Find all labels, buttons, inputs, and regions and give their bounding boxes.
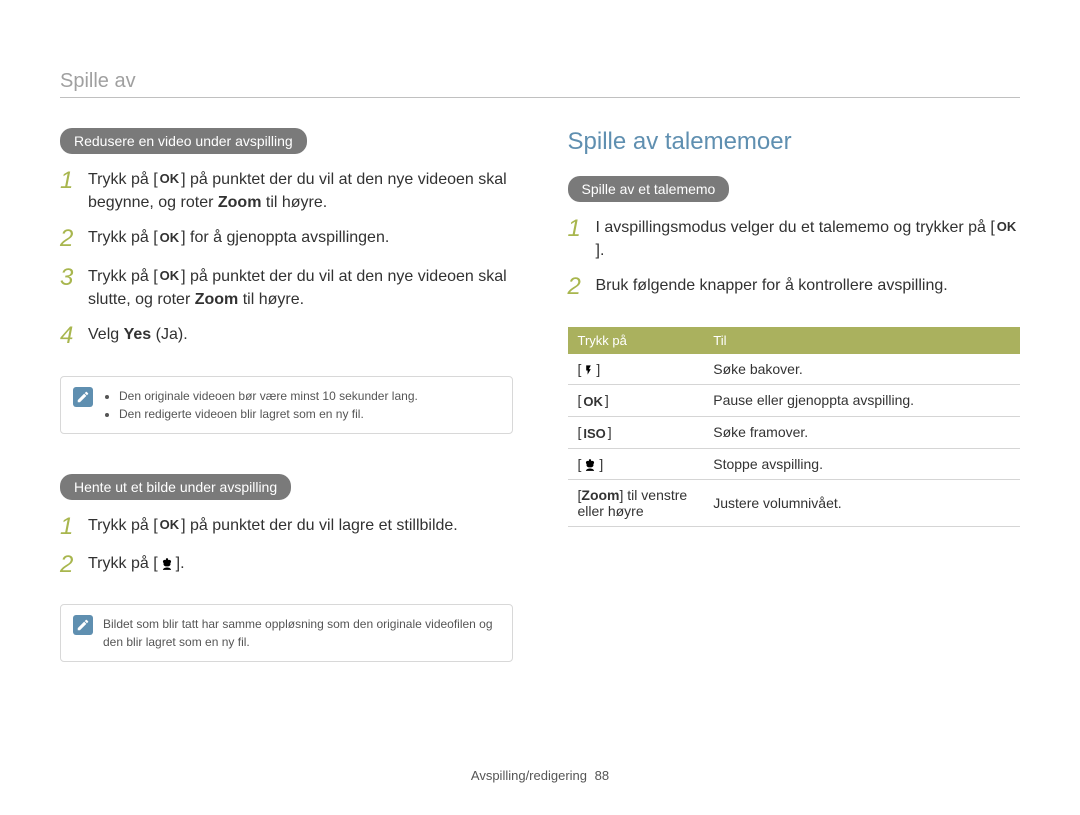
step-text: Trykk på [OK] på punktet der du vil lagr… [88, 514, 458, 537]
table-row: [] Stoppe avspilling. [568, 448, 1021, 479]
note-box: Bildet som blir tatt har samme oppløsnin… [60, 604, 513, 662]
ok-key: OK [158, 267, 182, 286]
left-column: Redusere en video under avspilling 1 Try… [60, 128, 513, 692]
table-cell-key: [] [568, 448, 704, 479]
step-number: 1 [60, 514, 78, 540]
step-text: Trykk på [OK] for å gjenoppta avspilling… [88, 226, 389, 249]
list-item: 2 Bruk følgende knapper for å kontroller… [568, 274, 1021, 300]
table-row: [ISO] Søke framover. [568, 416, 1021, 448]
step-text: Velg Yes (Ja). [88, 323, 188, 346]
note-icon [73, 615, 93, 635]
page-number: 88 [595, 768, 609, 783]
step-text: Trykk på [OK] på punktet der du vil at d… [88, 168, 513, 214]
table-row: [] Søke bakover. [568, 354, 1021, 385]
note-box: Den originale videoen bør være minst 10 … [60, 376, 513, 434]
iso-key: ISO [581, 426, 607, 441]
extract-image-steps: 1 Trykk på [OK] på punktet der du vil la… [60, 514, 513, 579]
flash-icon [581, 363, 596, 377]
list-item: 1 Trykk på [OK] på punktet der du vil la… [60, 514, 513, 540]
list-item: 4 Velg Yes (Ja). [60, 323, 513, 349]
ok-key: OK [158, 170, 182, 189]
table-cell-key: [Zoom] til venstre eller høyre [568, 479, 704, 526]
step-number: 1 [568, 216, 586, 242]
table-header: Til [703, 327, 1020, 354]
note-icon [73, 387, 93, 407]
table-cell-value: Søke framover. [703, 416, 1020, 448]
list-item: 1 I avspillingsmodus velger du et taleme… [568, 216, 1021, 262]
table-cell-value: Søke bakover. [703, 354, 1020, 385]
step-number: 3 [60, 265, 78, 291]
reduce-video-steps: 1 Trykk på [OK] på punktet der du vil at… [60, 168, 513, 350]
page-header: Spille av [60, 70, 1020, 98]
section-pill-play-memo: Spille av et talememo [568, 176, 730, 202]
play-memo-steps: 1 I avspillingsmodus velger du et taleme… [568, 216, 1021, 301]
table-cell-key: [ISO] [568, 416, 704, 448]
macro-flower-icon [581, 458, 599, 472]
step-text: I avspillingsmodus velger du et talememo… [596, 216, 1021, 262]
macro-flower-icon [158, 557, 176, 571]
section-pill-extract-image: Hente ut et bilde under avspilling [60, 474, 291, 500]
ok-key: OK [158, 516, 182, 535]
table-row: [Zoom] til venstre eller høyre Justere v… [568, 479, 1021, 526]
note-item: Den redigerte videoen blir lagret som en… [119, 405, 418, 423]
table-cell-value: Justere volumnivået. [703, 479, 1020, 526]
table-cell-key: [OK] [568, 385, 704, 417]
section-title: Spille av talememoer [568, 128, 1021, 156]
note-text: Den originale videoen bør være minst 10 … [103, 387, 418, 423]
table-cell-value: Stoppe avspilling. [703, 448, 1020, 479]
table-row: [OK] Pause eller gjenoppta avspilling. [568, 385, 1021, 417]
page-footer: Avspilling/redigering 88 [0, 768, 1080, 783]
control-table: Trykk på Til [] Søke bakover. [OK] Pause… [568, 327, 1021, 527]
footer-section: Avspilling/redigering [471, 768, 587, 783]
step-number: 2 [60, 552, 78, 578]
step-number: 2 [568, 274, 586, 300]
list-item: 2 Trykk på []. [60, 552, 513, 578]
list-item: 2 Trykk på [OK] for å gjenoppta avspilli… [60, 226, 513, 252]
table-cell-value: Pause eller gjenoppta avspilling. [703, 385, 1020, 417]
step-number: 2 [60, 226, 78, 252]
right-column: Spille av talememoer Spille av et taleme… [568, 128, 1021, 692]
step-text: Trykk på []. [88, 552, 185, 575]
list-item: 1 Trykk på [OK] på punktet der du vil at… [60, 168, 513, 214]
list-item: 3 Trykk på [OK] på punktet der du vil at… [60, 265, 513, 311]
ok-key: OK [581, 394, 605, 409]
note-item: Den originale videoen bør være minst 10 … [119, 387, 418, 405]
table-cell-key: [] [568, 354, 704, 385]
content-columns: Redusere en video under avspilling 1 Try… [60, 128, 1020, 692]
step-number: 4 [60, 323, 78, 349]
step-text: Bruk følgende knapper for å kontrollere … [596, 274, 948, 297]
note-text: Bildet som blir tatt har samme oppløsnin… [103, 615, 500, 651]
ok-key: OK [995, 218, 1019, 237]
section-pill-reduce-video: Redusere en video under avspilling [60, 128, 307, 154]
step-number: 1 [60, 168, 78, 194]
table-header: Trykk på [568, 327, 704, 354]
step-text: Trykk på [OK] på punktet der du vil at d… [88, 265, 513, 311]
ok-key: OK [158, 229, 182, 248]
